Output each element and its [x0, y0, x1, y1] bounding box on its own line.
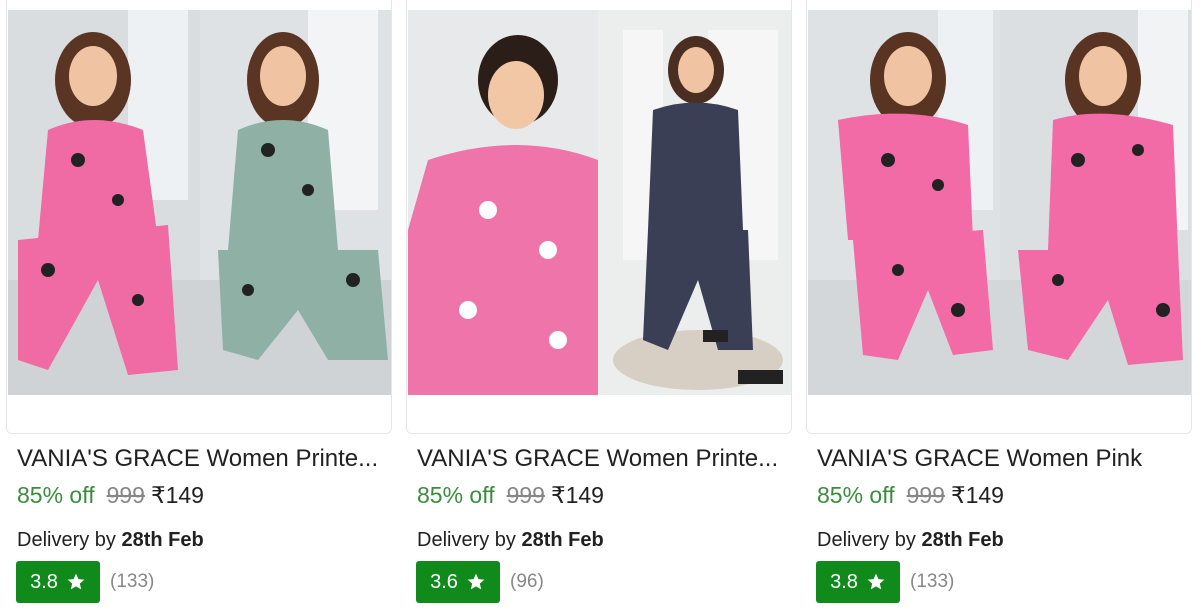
delivery-date: 28th Feb — [521, 529, 604, 551]
star-icon — [867, 573, 885, 590]
delivery-date: 28th Feb — [121, 529, 204, 551]
discount-label: 85% off — [817, 482, 895, 508]
delivery-prefix: Delivery by — [817, 529, 916, 551]
selling-price: ₹149 — [550, 482, 604, 508]
product-image-container[interactable] — [406, 0, 792, 434]
star-icon — [67, 573, 85, 590]
product-card[interactable]: VANIA'S GRACE Women Printe... 85% off 99… — [6, 0, 392, 616]
product-grid: VANIA'S GRACE Women Printe... 85% off 99… — [0, 0, 1200, 616]
product-title[interactable]: VANIA'S GRACE Women Printe... — [17, 444, 389, 474]
original-price: 999 — [506, 482, 545, 508]
product-photo[interactable] — [408, 10, 791, 395]
rating-row: 3.6 (96) — [416, 561, 544, 603]
rating-badge: 3.6 — [416, 561, 500, 603]
delivery-prefix: Delivery by — [417, 529, 516, 551]
rating-row: 3.8 (133) — [16, 561, 154, 603]
rating-row: 3.8 (133) — [816, 561, 954, 603]
rating-value: 3.6 — [430, 570, 458, 593]
rating-value: 3.8 — [30, 570, 58, 593]
delivery-info: Delivery by 28th Feb — [817, 527, 1004, 553]
delivery-info: Delivery by 28th Feb — [417, 527, 604, 553]
product-title[interactable]: VANIA'S GRACE Women Printe... — [417, 444, 789, 474]
price-row: 85% off 999 ₹149 — [17, 482, 204, 512]
delivery-info: Delivery by 28th Feb — [17, 527, 204, 553]
rating-value: 3.8 — [830, 570, 858, 593]
price-row: 85% off 999 ₹149 — [417, 482, 604, 512]
selling-price: ₹149 — [950, 482, 1004, 508]
star-icon — [467, 573, 485, 590]
rating-count: (133) — [110, 571, 155, 592]
product-title[interactable]: VANIA'S GRACE Women Pink — [817, 444, 1189, 474]
product-image-container[interactable] — [6, 0, 392, 434]
price-row: 85% off 999 ₹149 — [817, 482, 1004, 512]
delivery-prefix: Delivery by — [17, 529, 116, 551]
product-card[interactable]: VANIA'S GRACE Women Pink 85% off 999 ₹14… — [806, 0, 1192, 616]
selling-price: ₹149 — [150, 482, 204, 508]
product-photo[interactable] — [8, 10, 391, 395]
original-price: 999 — [906, 482, 945, 508]
product-photo[interactable] — [808, 10, 1191, 395]
rating-badge: 3.8 — [816, 561, 900, 603]
delivery-date: 28th Feb — [921, 529, 1004, 551]
product-card[interactable]: VANIA'S GRACE Women Printe... 85% off 99… — [406, 0, 792, 616]
rating-count: (133) — [910, 571, 955, 592]
discount-label: 85% off — [17, 482, 95, 508]
discount-label: 85% off — [417, 482, 495, 508]
rating-count: (96) — [510, 571, 544, 592]
product-image-container[interactable] — [806, 0, 1192, 434]
rating-badge: 3.8 — [16, 561, 100, 603]
original-price: 999 — [106, 482, 145, 508]
